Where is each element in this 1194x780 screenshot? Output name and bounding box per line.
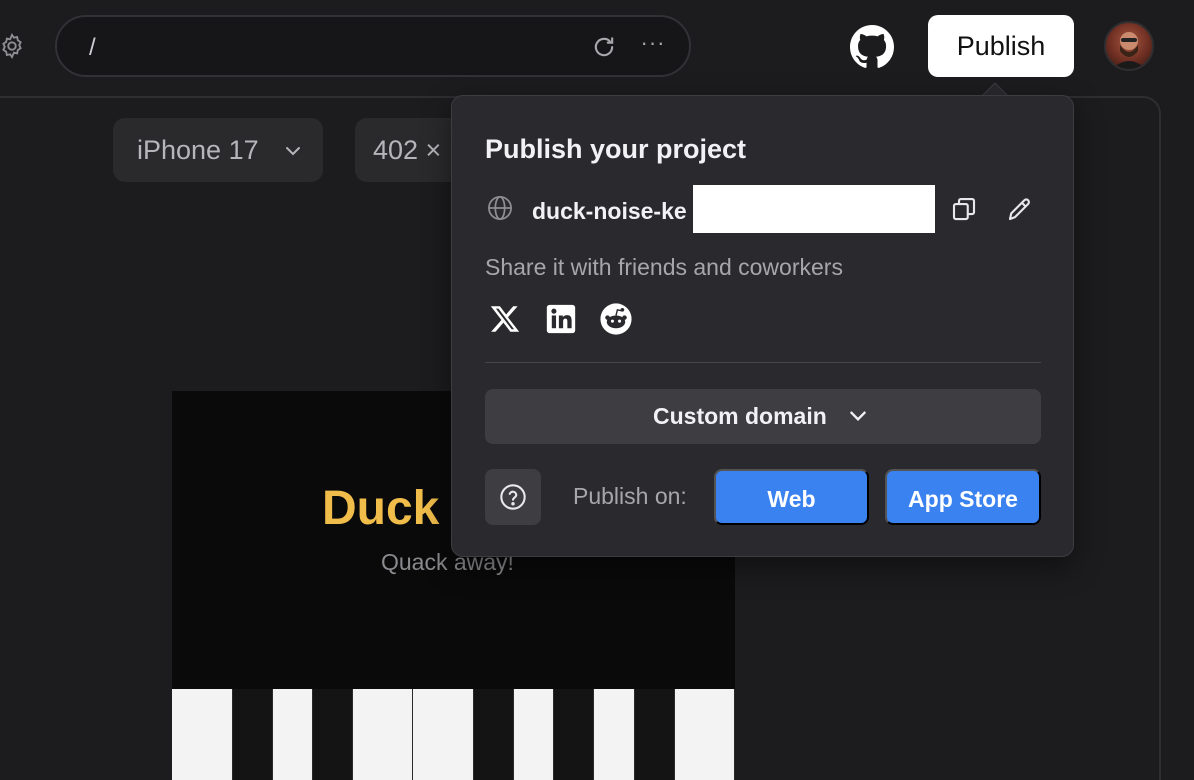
settings-gear-icon[interactable]: [0, 30, 28, 62]
custom-domain-label: Custom domain: [653, 403, 827, 429]
url-path-text: /: [89, 34, 96, 61]
popover-title: Publish your project: [485, 134, 747, 164]
chevron-down-icon: [850, 411, 866, 422]
device-select[interactable]: iPhone 17: [113, 118, 323, 182]
chevron-down-icon: [286, 147, 300, 156]
piano-key[interactable]: [313, 689, 353, 780]
share-description: Share it with friends and coworkers: [485, 254, 843, 280]
publish-button[interactable]: Publish: [928, 15, 1074, 77]
piano-key[interactable]: [233, 689, 273, 780]
refresh-icon[interactable]: [590, 33, 618, 61]
piano-key[interactable]: [554, 689, 594, 780]
github-icon[interactable]: [850, 25, 894, 69]
viewport-size-label: 402 ×: [373, 135, 442, 165]
publish-popover: Publish your project duck-noise-ke Share…: [451, 95, 1074, 557]
app-title: Duck: [322, 482, 440, 535]
piano-key[interactable]: [675, 689, 735, 780]
copy-icon[interactable]: [949, 194, 979, 224]
piano-key[interactable]: [514, 689, 554, 780]
more-options-icon[interactable]: ···: [637, 30, 669, 60]
published-domain: duck-noise-ke: [532, 198, 687, 224]
popover-divider: [485, 362, 1041, 363]
publish-app-store-button[interactable]: App Store: [885, 469, 1041, 525]
piano-key[interactable]: [172, 689, 233, 780]
piano-key[interactable]: [474, 689, 514, 780]
edit-pencil-icon[interactable]: [1005, 194, 1035, 224]
x-twitter-icon[interactable]: [488, 302, 522, 336]
reddit-icon[interactable]: [599, 302, 633, 336]
question-mark-icon: [500, 484, 526, 510]
piano-key[interactable]: [635, 689, 675, 780]
globe-icon: [486, 194, 514, 222]
publish-web-button[interactable]: Web: [714, 469, 869, 525]
piano-key[interactable]: [353, 689, 413, 780]
piano-key[interactable]: [594, 689, 635, 780]
user-avatar[interactable]: [1104, 21, 1154, 71]
piano-key[interactable]: [413, 689, 474, 780]
piano-key[interactable]: [273, 689, 313, 780]
piano-keys: [172, 689, 735, 780]
redacted-area: [693, 185, 935, 233]
custom-domain-button[interactable]: Custom domain: [485, 389, 1041, 444]
top-bar: / ··· Publish: [0, 0, 1194, 96]
url-bar[interactable]: / ···: [55, 15, 691, 77]
linkedin-icon[interactable]: [544, 302, 578, 336]
publish-on-label: Publish on:: [573, 483, 687, 509]
help-button[interactable]: [485, 469, 541, 525]
device-select-label: iPhone 17: [137, 135, 259, 165]
